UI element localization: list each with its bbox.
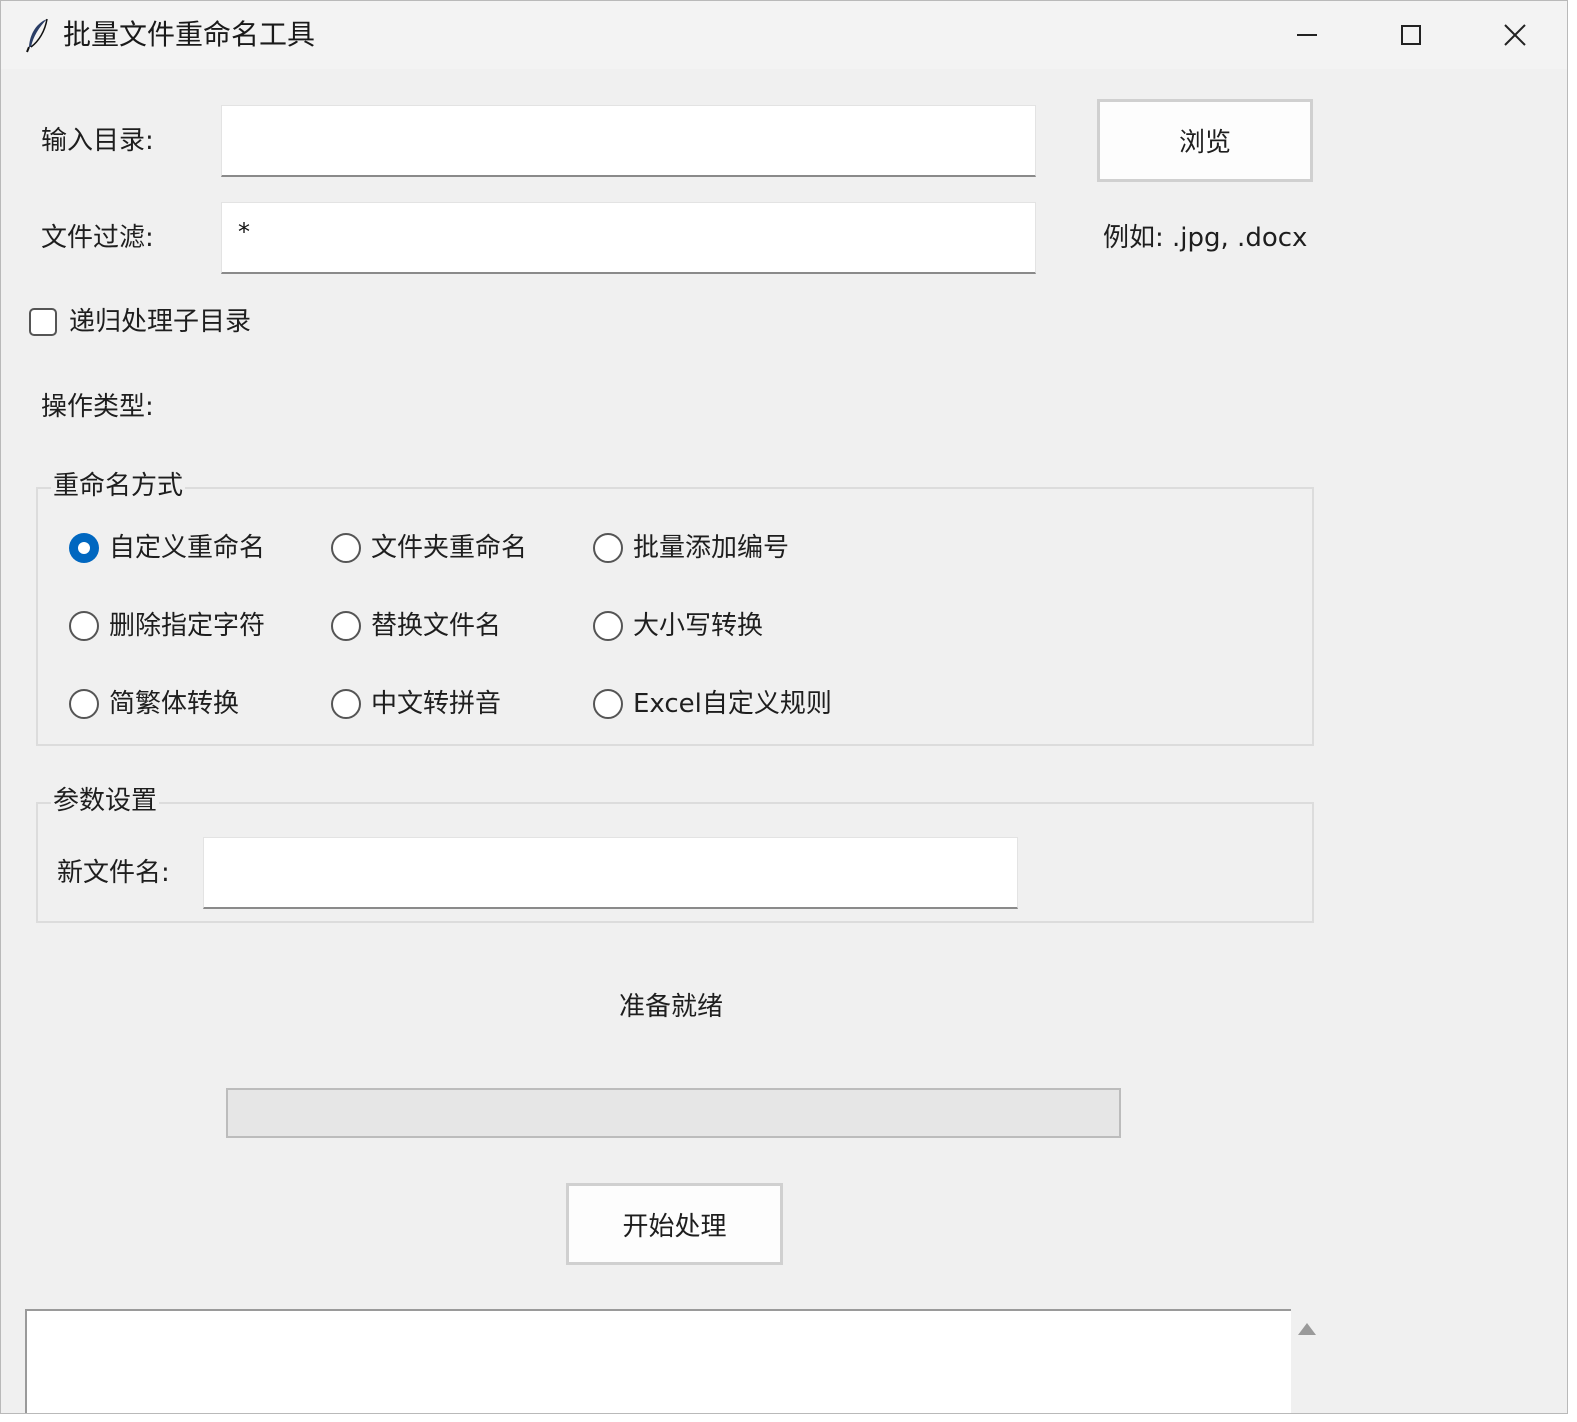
radio-label-replace-name[interactable]: 替换文件名 (371, 609, 501, 643)
minimize-button[interactable] (1255, 1, 1359, 69)
app-window: 批量文件重命名工具 输入目录: 浏览 文件过滤: * 例如: .jpg, .do… (0, 0, 1568, 1414)
radio-add-numbering[interactable] (593, 533, 623, 563)
operation-type-label: 操作类型: (41, 392, 154, 422)
recursive-checkbox[interactable] (29, 308, 57, 336)
radio-case-convert[interactable] (593, 611, 623, 641)
file-filter-field[interactable]: * (221, 202, 1036, 274)
input-dir-label: 输入目录: (41, 126, 154, 156)
radio-simp-trad[interactable] (69, 689, 99, 719)
file-filter-hint: 例如: .jpg, .docx (1103, 223, 1308, 253)
input-dir-field[interactable] (221, 105, 1036, 177)
radio-excel-rules[interactable] (593, 689, 623, 719)
maximize-button[interactable] (1359, 1, 1463, 69)
start-button[interactable]: 开始处理 (566, 1183, 783, 1265)
radio-label-pinyin[interactable]: 中文转拼音 (371, 687, 501, 721)
title-bar[interactable]: 批量文件重命名工具 (1, 1, 1567, 69)
radio-pinyin[interactable] (331, 689, 361, 719)
radio-label-delete-chars[interactable]: 删除指定字符 (109, 609, 265, 643)
radio-label-excel-rules[interactable]: Excel自定义规则 (633, 687, 832, 721)
status-label: 准备就绪 (619, 992, 724, 1022)
progress-bar (226, 1088, 1121, 1138)
radio-delete-chars[interactable] (69, 611, 99, 641)
radio-label-case-convert[interactable]: 大小写转换 (633, 609, 763, 643)
radio-label-folder-rename[interactable]: 文件夹重命名 (371, 531, 527, 565)
params-title: 参数设置 (51, 785, 160, 817)
file-filter-label: 文件过滤: (41, 223, 154, 253)
browse-button[interactable]: 浏览 (1097, 99, 1313, 182)
recursive-label[interactable]: 递归处理子目录 (69, 305, 251, 339)
feather-icon (26, 18, 48, 53)
radio-label-simp-trad[interactable]: 简繁体转换 (109, 687, 239, 721)
radio-label-add-numbering[interactable]: 批量添加编号 (633, 531, 789, 565)
maximize-icon (1401, 25, 1421, 45)
radio-replace-name[interactable] (331, 611, 361, 641)
scroll-up-arrow-icon[interactable] (1297, 1321, 1317, 1337)
rename-mode-title: 重命名方式 (51, 470, 186, 502)
window-title: 批量文件重命名工具 (63, 18, 316, 51)
radio-label-custom-rename[interactable]: 自定义重命名 (109, 531, 265, 565)
new-name-label: 新文件名: (57, 858, 170, 888)
close-icon (1504, 24, 1526, 46)
radio-custom-rename[interactable] (69, 533, 99, 563)
radio-folder-rename[interactable] (331, 533, 361, 563)
new-name-field[interactable] (203, 837, 1018, 909)
close-button[interactable] (1463, 1, 1567, 69)
log-textbox[interactable] (25, 1309, 1291, 1413)
minimize-icon (1297, 34, 1317, 36)
